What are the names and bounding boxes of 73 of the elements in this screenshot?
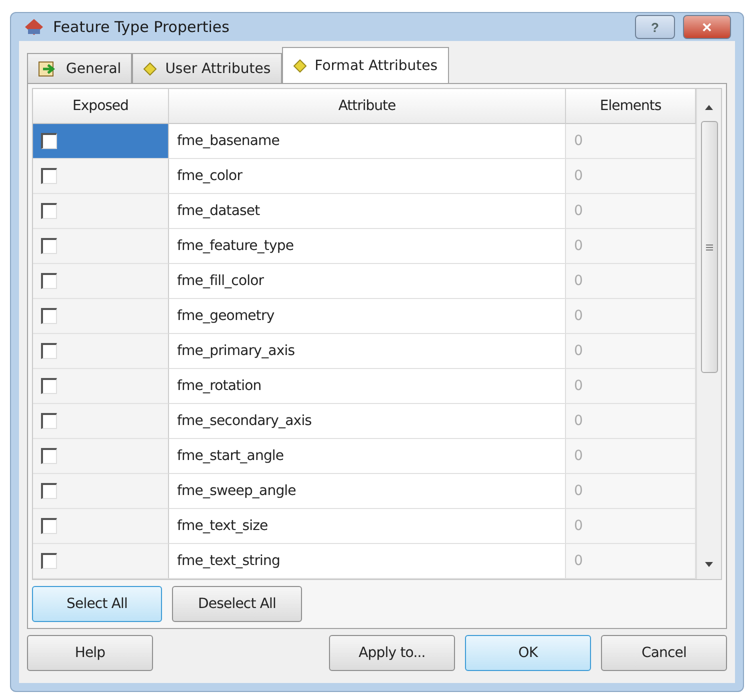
table-cell: fme_start_angle — [169, 439, 566, 474]
scrollbar-thumb[interactable] — [700, 121, 718, 373]
diamond-icon — [143, 62, 158, 76]
diamond-icon — [292, 58, 307, 72]
checkbox[interactable] — [41, 133, 57, 149]
checkbox[interactable] — [41, 203, 57, 219]
table-cell: 0 — [566, 509, 696, 544]
table-cell: fme_geometry — [169, 299, 566, 334]
column-header[interactable]: Attribute — [169, 89, 566, 124]
table-cell: fme_rotation — [169, 369, 566, 404]
button[interactable]: Deselect All — [172, 586, 302, 622]
button[interactable]: Select All — [32, 586, 162, 622]
table-cell[interactable] — [33, 194, 169, 229]
scroll-up-icon[interactable] — [704, 103, 714, 111]
table-cell: fme_primary_axis — [169, 334, 566, 369]
grip-icon — [706, 244, 712, 250]
table-cell: fme_basename — [169, 124, 566, 159]
table-cell: 0 — [566, 124, 696, 159]
checkbox[interactable] — [41, 413, 57, 429]
button[interactable]: Cancel — [601, 635, 727, 671]
table-cell: 0 — [566, 194, 696, 229]
tab[interactable]: User Attributes — [132, 53, 282, 83]
button[interactable]: Apply to... — [329, 635, 455, 671]
table-cell: 0 — [566, 264, 696, 299]
table-cell[interactable] — [33, 404, 169, 439]
table-cell[interactable] — [33, 439, 169, 474]
table-cell: fme_fill_color — [169, 264, 566, 299]
table-cell: 0 — [566, 159, 696, 194]
checkbox[interactable] — [41, 343, 57, 359]
table-cell: 0 — [566, 299, 696, 334]
table-cell: 0 — [566, 544, 696, 579]
table-cell: fme_feature_type — [169, 229, 566, 264]
table-cell[interactable] — [33, 159, 169, 194]
scroll-down-icon[interactable] — [704, 561, 714, 569]
table-cell: 0 — [566, 334, 696, 369]
table-cell[interactable] — [33, 369, 169, 404]
checkbox[interactable] — [41, 308, 57, 324]
table-cell[interactable] — [33, 474, 169, 509]
column-header[interactable]: Elements — [566, 89, 696, 124]
table-cell: 0 — [566, 369, 696, 404]
checkbox[interactable] — [41, 378, 57, 394]
table-cell: 0 — [566, 474, 696, 509]
table-cell: fme_color — [169, 159, 566, 194]
checkbox[interactable] — [41, 273, 57, 289]
button[interactable]: OK — [465, 635, 591, 671]
table-cell: 0 — [566, 404, 696, 439]
table-cell: fme_text_string — [169, 544, 566, 579]
table-cell: fme_text_size — [169, 509, 566, 544]
table-cell: fme_dataset — [169, 194, 566, 229]
table-cell: fme_secondary_axis — [169, 404, 566, 439]
table-cell[interactable] — [33, 299, 169, 334]
column-header[interactable]: Exposed — [33, 89, 169, 124]
checkbox[interactable] — [41, 553, 57, 569]
window-title: Feature Type Properties — [53, 18, 230, 36]
table-cell: fme_sweep_angle — [169, 474, 566, 509]
table-cell[interactable] — [33, 124, 169, 159]
checkbox[interactable] — [41, 448, 57, 464]
checkbox[interactable] — [41, 483, 57, 499]
tab[interactable]: General — [27, 53, 132, 83]
button[interactable]: Help — [27, 635, 153, 671]
app-icon — [23, 17, 45, 37]
table-cell[interactable] — [33, 544, 169, 579]
help-button[interactable]: ? — [635, 15, 675, 39]
checkbox[interactable] — [41, 168, 57, 184]
tab[interactable]: Format Attributes — [282, 47, 449, 83]
table-cell[interactable] — [33, 509, 169, 544]
checkbox[interactable] — [41, 518, 57, 534]
table-cell: 0 — [566, 439, 696, 474]
table-cell: 0 — [566, 229, 696, 264]
checkbox[interactable] — [41, 238, 57, 254]
table-cell[interactable] — [33, 229, 169, 264]
table-cell[interactable] — [33, 334, 169, 369]
table-cell[interactable] — [33, 264, 169, 299]
